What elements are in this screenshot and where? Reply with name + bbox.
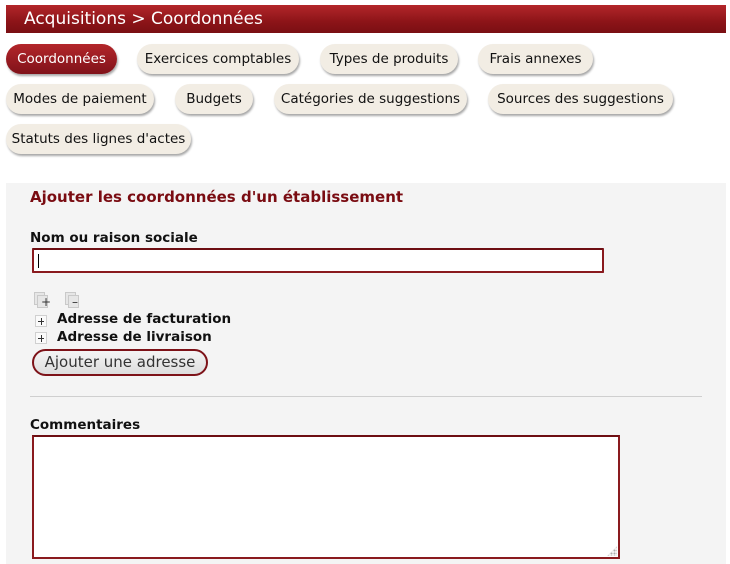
tab-exercices-comptables[interactable]: Exercices comptables	[137, 44, 299, 74]
comments-label: Commentaires	[30, 417, 141, 433]
resize-grip-icon[interactable]	[607, 546, 617, 556]
form-heading: Ajouter les coordonnées d'un établisseme…	[30, 188, 404, 206]
tab-coordonnees[interactable]: Coordonnées	[6, 44, 117, 74]
plus-expander-icon[interactable]	[35, 315, 47, 327]
tab-frais-annexes[interactable]: Frais annexes	[478, 44, 593, 74]
divider	[30, 396, 702, 397]
tab-categories-de-suggestions[interactable]: Catégories de suggestions	[274, 84, 467, 114]
delivery-address-label[interactable]: Adresse de livraison	[57, 329, 212, 345]
collapse-all-icon[interactable]: –	[64, 292, 80, 308]
page-title-bar: Acquisitions > Coordonnées	[6, 5, 726, 33]
tab-types-de-produits[interactable]: Types de produits	[320, 44, 458, 74]
tab-sources-des-suggestions[interactable]: Sources des suggestions	[488, 84, 673, 114]
text-caret	[38, 254, 39, 268]
name-field-label: Nom ou raison sociale	[30, 230, 198, 246]
comments-textarea[interactable]	[32, 435, 620, 559]
page-title: Acquisitions > Coordonnées	[24, 9, 263, 29]
tab-modes-de-paiement[interactable]: Modes de paiement	[6, 84, 154, 114]
add-address-button[interactable]: Ajouter une adresse	[32, 349, 208, 376]
expand-all-icon[interactable]: +	[33, 292, 51, 308]
name-input[interactable]	[32, 248, 604, 273]
tab-budgets[interactable]: Budgets	[175, 84, 253, 114]
billing-address-label[interactable]: Adresse de facturation	[57, 311, 231, 327]
tab-statuts-des-lignes-d-actes[interactable]: Statuts des lignes d'actes	[6, 124, 191, 154]
plus-expander-icon[interactable]	[35, 332, 47, 344]
